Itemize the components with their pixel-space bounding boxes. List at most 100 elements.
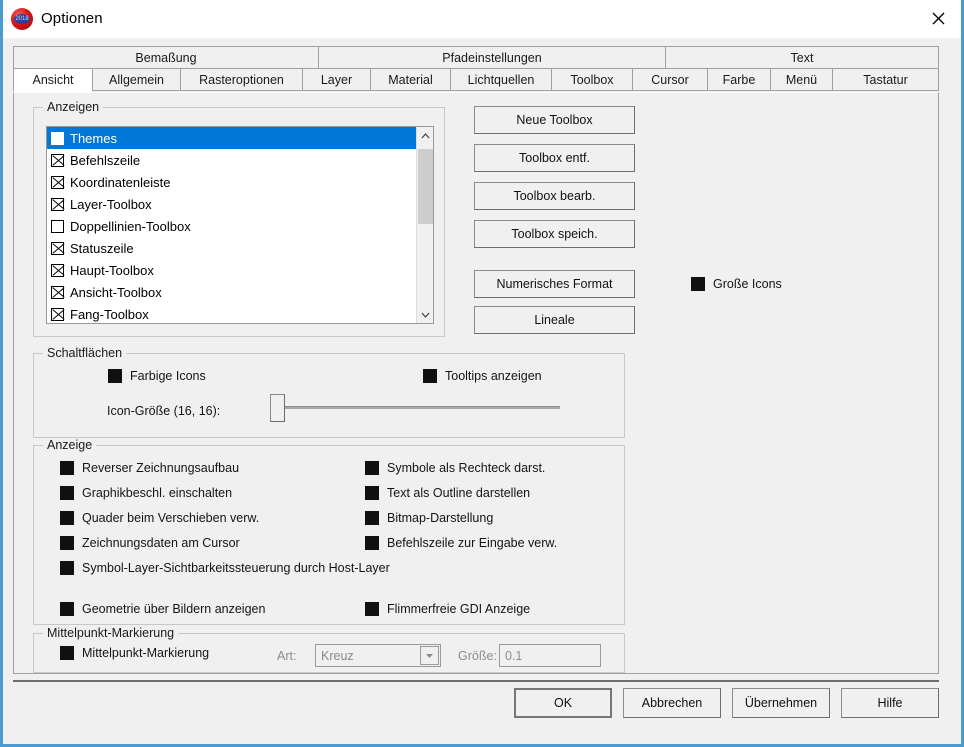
tab-toolbox[interactable]: Toolbox (551, 68, 632, 91)
tab-ansicht[interactable]: Ansicht (13, 68, 92, 92)
tab-cursor[interactable]: Cursor (632, 68, 707, 91)
close-icon (932, 12, 944, 24)
symbole-als-rechteck-checkbox[interactable]: Symbole als Rechteck darst. (365, 461, 545, 475)
tab-bemassung[interactable]: Bemaßung (13, 46, 318, 69)
list-item[interactable]: Fang-Toolbox (47, 303, 416, 323)
quader-beim-verschieben-checkbox[interactable]: Quader beim Verschieben verw. (60, 511, 259, 525)
checkbox-icon[interactable] (51, 175, 64, 189)
scrollbar-thumb[interactable] (418, 149, 433, 224)
checkbox-icon (60, 461, 74, 475)
list-item[interactable]: Themes (47, 127, 416, 149)
list-item[interactable]: Ansicht-Toolbox (47, 281, 416, 303)
checkbox-icon (365, 511, 379, 525)
flimmerfreie-gdi-checkbox[interactable]: Flimmerfreie GDI Anzeige (365, 602, 530, 616)
scroll-up-icon[interactable] (417, 127, 433, 144)
list-item[interactable]: Koordinatenleiste (47, 171, 416, 193)
tab-farbe[interactable]: Farbe (707, 68, 770, 91)
tab-allgemein[interactable]: Allgemein (92, 68, 180, 91)
list-item[interactable]: Layer-Toolbox (47, 193, 416, 215)
checkbox-label: Zeichnungsdaten am Cursor (82, 536, 240, 550)
checkbox-label: Reverser Zeichnungsaufbau (82, 461, 240, 475)
close-button[interactable] (915, 0, 961, 36)
checkbox-label: Tooltips anzeigen (445, 369, 542, 383)
tab-rasteroptionen[interactable]: Rasteroptionen (180, 68, 302, 91)
list-item-label: Koordinatenleiste (70, 174, 171, 190)
checkbox-icon[interactable] (51, 153, 64, 167)
app-logo-icon: 2018 (11, 7, 33, 30)
icon-groesse-label: Icon-Größe (16, 16): (107, 404, 221, 418)
tab-material[interactable]: Material (370, 68, 450, 91)
cancel-button[interactable]: Abbrechen (623, 688, 721, 718)
list-item[interactable]: Doppellinien-Toolbox (47, 215, 416, 237)
slider-track[interactable] (280, 406, 560, 409)
anzeigen-listbox[interactable]: Themes Befehlszeile Koordinatenleiste La… (46, 126, 434, 324)
tab-tastatur[interactable]: Tastatur (832, 68, 939, 91)
tab-pfadeinstellungen[interactable]: Pfadeinstellungen (318, 46, 665, 69)
toolbox-bearbeiten-button[interactable]: Toolbox bearb. (474, 182, 635, 210)
checkbox-icon[interactable] (51, 241, 64, 255)
checkbox-icon[interactable] (51, 307, 64, 321)
groesse-input-value: 0.1 (505, 648, 523, 663)
geometrie-ueber-bildern-checkbox[interactable]: Geometrie über Bildern anzeigen (60, 602, 265, 616)
checkbox-label: Quader beim Verschieben verw. (82, 511, 260, 525)
apply-button[interactable]: Übernehmen (732, 688, 830, 718)
button-label: Toolbox bearb. (513, 189, 596, 203)
tab-label: Text (790, 50, 814, 65)
checkbox-label: Bitmap-Darstellung (387, 511, 494, 525)
checkbox-icon[interactable] (51, 285, 64, 299)
grosse-icons-checkbox[interactable]: Große Icons (691, 277, 782, 291)
list-item-label: Statuszeile (70, 240, 134, 256)
numerisches-format-button[interactable]: Numerisches Format (474, 270, 635, 298)
lineale-button[interactable]: Lineale (474, 306, 635, 334)
list-item[interactable]: Haupt-Toolbox (47, 259, 416, 281)
tab-lichtquellen[interactable]: Lichtquellen (450, 68, 551, 91)
slider-thumb[interactable] (270, 394, 285, 422)
tab-label: Layer (320, 72, 353, 87)
checkbox-icon (365, 486, 379, 500)
group-anzeige: Anzeige Reverser Zeichnungsaufbau Graphi… (33, 438, 625, 625)
list-item[interactable]: Befehlszeile (47, 149, 416, 171)
groesse-input[interactable]: 0.1 (499, 644, 601, 667)
group-anzeigen: Anzeigen Themes Befehlszeile Koordinaten… (33, 100, 445, 337)
farbige-icons-checkbox[interactable]: Farbige Icons (108, 369, 206, 383)
checkbox-icon[interactable] (51, 197, 64, 211)
zeichnungsdaten-am-cursor-checkbox[interactable]: Zeichnungsdaten am Cursor (60, 536, 240, 550)
tab-menue[interactable]: Menü (770, 68, 832, 91)
toolbox-speichern-button[interactable]: Toolbox speich. (474, 220, 635, 248)
checkbox-icon[interactable] (51, 219, 64, 233)
ok-button[interactable]: OK (514, 688, 612, 718)
befehlszeile-zur-eingabe-checkbox[interactable]: Befehlszeile zur Eingabe verw. (365, 536, 557, 550)
checkbox-icon[interactable] (51, 263, 64, 277)
listbox-scrollbar[interactable] (416, 127, 433, 323)
tooltips-anzeigen-checkbox[interactable]: Tooltips anzeigen (423, 369, 542, 383)
checkbox-icon (60, 646, 74, 660)
text-als-outline-checkbox[interactable]: Text als Outline darstellen (365, 486, 530, 500)
bitmap-darstellung-checkbox[interactable]: Bitmap-Darstellung (365, 511, 493, 525)
tab-row-top: Bemaßung Pfadeinstellungen Text (13, 46, 939, 69)
checkbox-label: Text als Outline darstellen (387, 486, 531, 500)
tab-text[interactable]: Text (665, 46, 939, 69)
scroll-down-icon[interactable] (417, 306, 433, 323)
tab-label: Toolbox (570, 72, 614, 87)
toolbox-entfernen-button[interactable]: Toolbox entf. (474, 144, 635, 172)
mittelpunkt-markierung-checkbox[interactable]: Mittelpunkt-Markierung (60, 646, 209, 660)
icon-groesse-slider[interactable] (270, 392, 560, 424)
button-label: Hilfe (877, 696, 903, 710)
help-button[interactable]: Hilfe (841, 688, 939, 718)
reverser-zeichnungsaufbau-checkbox[interactable]: Reverser Zeichnungsaufbau (60, 461, 239, 475)
neue-toolbox-button[interactable]: Neue Toolbox (474, 106, 635, 134)
list-item-label: Haupt-Toolbox (70, 262, 154, 278)
symbol-layer-sichtbarkeit-checkbox[interactable]: Symbol-Layer-Sichtbarkeitssteuerung durc… (60, 561, 390, 575)
art-dropdown[interactable]: Kreuz (315, 644, 441, 667)
button-label: Lineale (534, 313, 575, 327)
list-item[interactable]: Statuszeile (47, 237, 416, 259)
tab-layer[interactable]: Layer (302, 68, 370, 91)
options-dialog-window: 2018 Optionen Bemaßung Pfadeinstellungen… (0, 0, 964, 747)
checkbox-icon[interactable] (51, 131, 64, 145)
tab-label: Rasteroptionen (199, 72, 284, 87)
tab-label: Material (388, 72, 433, 87)
chevron-down-icon[interactable] (420, 646, 439, 665)
graphikbeschl-einschalten-checkbox[interactable]: Graphikbeschl. einschalten (60, 486, 232, 500)
tab-label: Tastatur (863, 72, 908, 87)
tab-label: Allgemein (109, 72, 164, 87)
